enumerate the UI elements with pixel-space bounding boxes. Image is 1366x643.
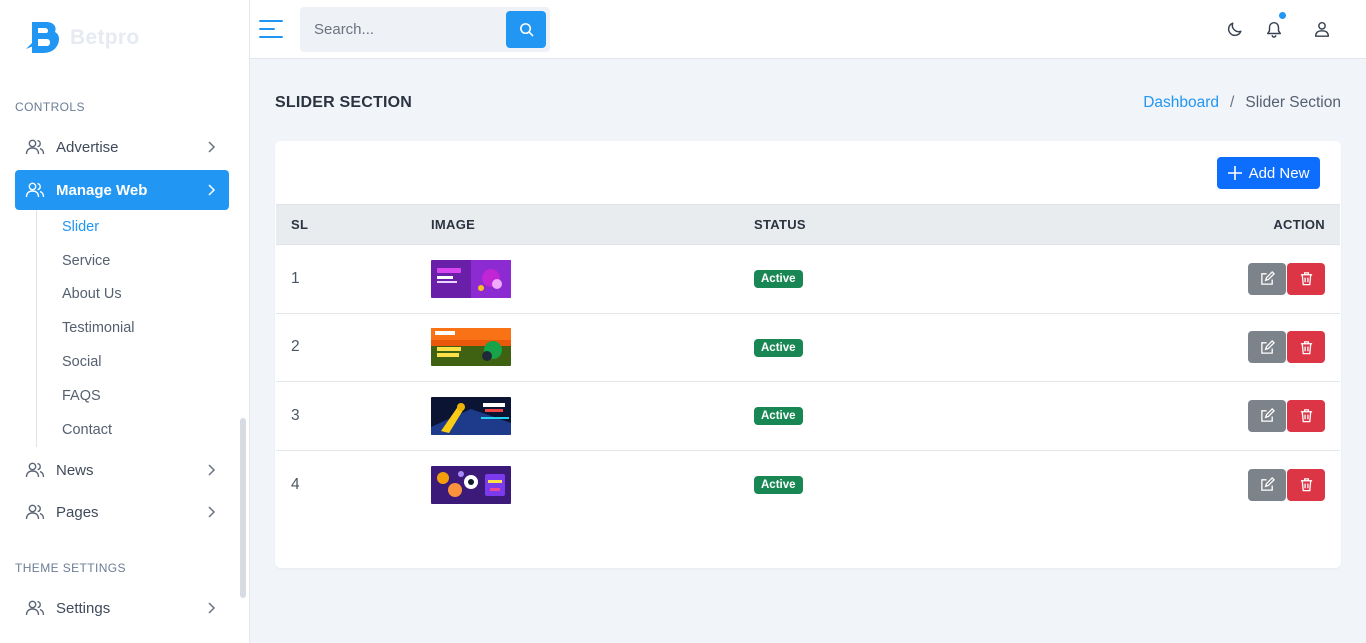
page-title: SLIDER SECTION (275, 94, 413, 111)
sidebar-item-label: Settings (56, 599, 111, 617)
search-input[interactable] (300, 7, 505, 52)
breadcrumb-separator: / (1230, 94, 1235, 111)
chevron-right-icon (208, 506, 216, 518)
slider-image-thumbnail[interactable] (431, 259, 511, 298)
logo-mark-icon (26, 22, 59, 53)
search-button[interactable] (506, 11, 546, 48)
breadcrumb-dashboard-link[interactable]: Dashboard (1143, 94, 1219, 112)
brand-name: Betpro (70, 26, 140, 49)
slider-image-thumbnail[interactable] (431, 396, 511, 435)
row-sl: 4 (291, 475, 300, 493)
sidebar: Betpro CONTROLS Advertise Manage Web Sli… (0, 0, 250, 643)
chevron-right-icon (208, 602, 216, 614)
table-row: 2 Active (276, 313, 1340, 382)
table-row: 3 Active (276, 382, 1340, 450)
section-label-theme-settings: THEME SETTINGS (15, 561, 126, 575)
delete-button[interactable] (1287, 399, 1325, 432)
manage-web-submenu: Slider Service About Us Testimonial Soci… (36, 210, 226, 447)
user-menu-button[interactable] (1311, 18, 1333, 40)
trash-icon (1300, 409, 1312, 423)
breadcrumb-current: Slider Section (1245, 94, 1341, 111)
status-badge: Active (754, 407, 803, 426)
sidebar-item-label: Pages (56, 503, 99, 521)
users-icon (25, 460, 45, 480)
submenu-item-slider[interactable]: Slider (37, 210, 226, 244)
status-badge: Active (754, 338, 803, 357)
column-header-image: IMAGE (431, 217, 476, 232)
menu-icon[interactable] (259, 18, 283, 40)
topbar (250, 0, 1366, 59)
row-sl: 3 (291, 406, 300, 424)
sidebar-item-label: Advertise (56, 138, 119, 156)
users-icon (25, 598, 45, 618)
column-header-status: STATUS (754, 217, 806, 232)
edit-button[interactable] (1248, 262, 1286, 295)
notifications-button[interactable] (1263, 12, 1286, 40)
moon-icon (1227, 22, 1242, 37)
search-icon (519, 23, 533, 37)
submenu-item-testimonial[interactable]: Testimonial (37, 311, 226, 345)
sidebar-item-manage-web[interactable]: Manage Web (15, 170, 229, 210)
row-sl: 1 (291, 269, 300, 287)
sidebar-item-advertise[interactable]: Advertise (15, 127, 229, 167)
add-new-button[interactable]: Add New (1217, 157, 1320, 189)
status-badge: Active (754, 476, 803, 494)
users-icon (25, 180, 45, 200)
add-new-label: Add New (1248, 164, 1310, 182)
slider-table-card: Add New SL IMAGE STATUS ACTION 1 Active … (275, 141, 1341, 568)
sidebar-item-settings[interactable]: Settings (15, 588, 229, 628)
plus-icon (1227, 166, 1242, 180)
slider-table: SL IMAGE STATUS ACTION 1 Active 2 Active… (276, 204, 1340, 519)
chevron-right-icon (208, 184, 216, 196)
slider-image-thumbnail[interactable] (431, 328, 511, 367)
sidebar-scrollbar[interactable] (240, 418, 246, 598)
users-icon (25, 502, 45, 522)
delete-button[interactable] (1287, 262, 1325, 295)
section-label-controls: CONTROLS (15, 100, 85, 114)
delete-button[interactable] (1287, 468, 1325, 501)
edit-icon (1260, 477, 1275, 491)
table-row: 4 Active (276, 450, 1340, 519)
submenu-item-faqs[interactable]: FAQS (37, 379, 226, 413)
delete-button[interactable] (1287, 331, 1325, 364)
edit-icon (1260, 339, 1275, 354)
chevron-right-icon (208, 464, 216, 476)
sidebar-item-label: Manage Web (56, 181, 148, 199)
edit-icon (1260, 271, 1275, 286)
column-header-sl: SL (291, 217, 309, 232)
dark-mode-toggle[interactable] (1224, 18, 1246, 40)
submenu-item-contact[interactable]: Contact (37, 413, 226, 447)
edit-button[interactable] (1248, 331, 1286, 364)
trash-icon (1300, 478, 1312, 492)
notification-dot (1279, 12, 1286, 19)
submenu-item-about-us[interactable]: About Us (37, 278, 226, 312)
users-icon (25, 137, 45, 157)
brand-logo[interactable]: Betpro (24, 18, 139, 58)
bell-icon (1266, 21, 1282, 38)
trash-icon (1300, 340, 1312, 354)
edit-button[interactable] (1248, 468, 1286, 501)
chevron-right-icon (208, 141, 216, 153)
status-badge: Active (754, 270, 803, 289)
slider-image-thumbnail[interactable] (431, 465, 511, 504)
user-icon (1314, 21, 1330, 37)
sidebar-item-label: News (56, 461, 94, 479)
submenu-item-service[interactable]: Service (37, 244, 226, 278)
breadcrumb: Dashboard / Slider Section (1143, 94, 1341, 112)
column-header-action: ACTION (1273, 217, 1325, 232)
submenu-item-social[interactable]: Social (37, 345, 226, 379)
row-sl: 2 (291, 338, 300, 356)
table-header-row: SL IMAGE STATUS ACTION (276, 204, 1340, 245)
table-row: 1 Active (276, 245, 1340, 313)
sidebar-item-news[interactable]: News (15, 450, 229, 490)
trash-icon (1300, 272, 1312, 286)
sidebar-item-pages[interactable]: Pages (15, 492, 229, 532)
edit-icon (1260, 408, 1275, 423)
edit-button[interactable] (1248, 399, 1286, 432)
search-bar (300, 7, 550, 52)
